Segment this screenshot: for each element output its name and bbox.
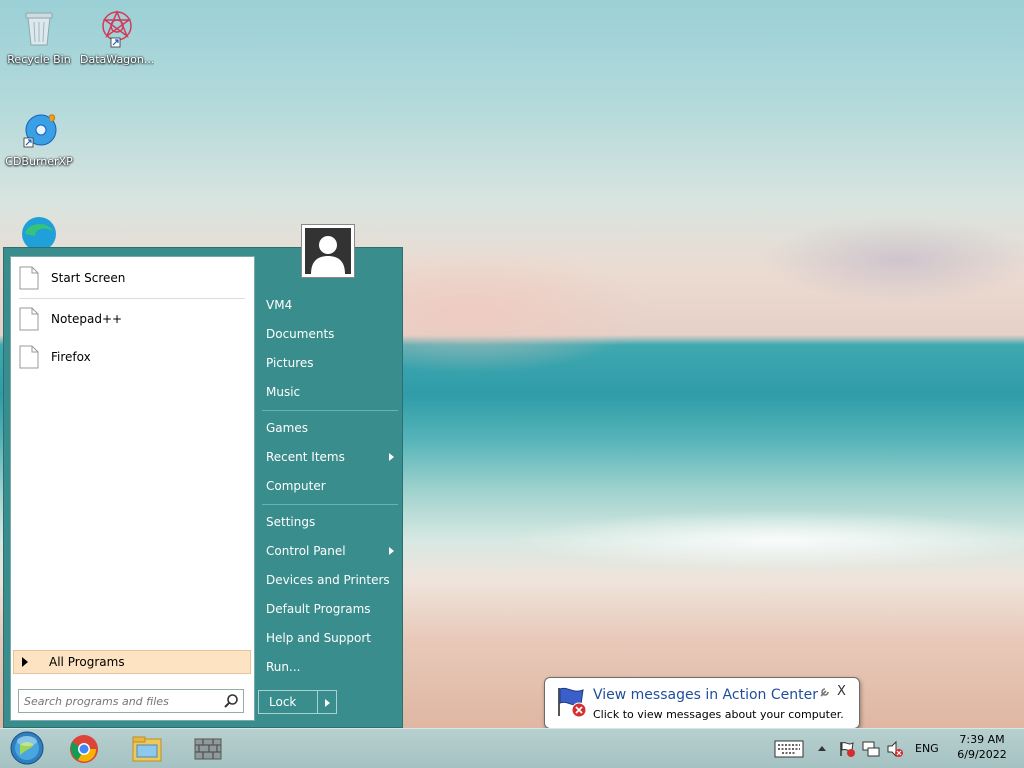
start-link-pictures[interactable]: Pictures xyxy=(260,350,400,376)
start-link-computer[interactable]: Computer xyxy=(260,473,400,499)
input-language-indicator[interactable]: ENG xyxy=(915,742,939,755)
file-icon xyxy=(19,345,39,369)
start-link-vm4[interactable]: VM4 xyxy=(260,292,400,318)
submenu-arrow-icon xyxy=(389,453,394,461)
desktop-icon-label: Recycle Bin xyxy=(7,53,71,66)
start-link-label: Computer xyxy=(266,479,326,493)
start-links-separator xyxy=(262,504,398,505)
file-icon xyxy=(19,307,39,331)
settings-wrench-icon[interactable] xyxy=(819,686,831,698)
start-menu-programs-pane: Start Screen Notepad++ Firefox All Progr… xyxy=(10,256,255,721)
desktop-icon-edge[interactable] xyxy=(2,212,76,248)
start-link-documents[interactable]: Documents xyxy=(260,321,400,347)
file-explorer-icon[interactable] xyxy=(131,733,163,765)
search-box[interactable] xyxy=(18,689,244,713)
start-link-label: Pictures xyxy=(266,356,314,370)
start-link-label: Documents xyxy=(266,327,335,341)
program-item-notepadpp[interactable]: Notepad++ xyxy=(19,304,245,334)
start-link-default-programs[interactable]: Default Programs xyxy=(260,596,400,622)
taskbar: ENG 7:39 AM 6/9/2022 xyxy=(0,728,1024,768)
start-link-control-panel[interactable]: Control Panel xyxy=(260,538,400,564)
cdburnerxp-icon xyxy=(23,114,57,148)
show-hidden-icons-chevron-icon[interactable] xyxy=(817,744,827,752)
clock[interactable]: 7:39 AM 6/9/2022 xyxy=(952,733,1012,761)
lock-button-label: Lock xyxy=(269,695,297,709)
power-options-arrow-button[interactable] xyxy=(317,690,337,714)
notification-close-button[interactable]: X xyxy=(837,684,846,699)
desktop-icon-cdburnerxp[interactable]: CDBurnerXP xyxy=(2,110,76,168)
file-icon xyxy=(19,266,39,290)
edge-icon xyxy=(22,217,56,248)
start-orb-icon[interactable] xyxy=(10,731,44,765)
submenu-arrow-icon xyxy=(389,547,394,555)
all-programs-button[interactable]: All Programs xyxy=(13,650,251,674)
user-avatar-icon xyxy=(311,236,345,274)
search-input[interactable] xyxy=(19,693,223,709)
lock-button[interactable]: Lock xyxy=(258,690,318,714)
start-link-devices-printers[interactable]: Devices and Printers xyxy=(260,567,400,593)
chrome-icon[interactable] xyxy=(68,733,100,765)
program-item-firefox[interactable]: Firefox xyxy=(19,342,245,372)
network-icon[interactable] xyxy=(862,740,880,758)
user-account-picture[interactable] xyxy=(301,224,355,278)
start-link-label: Run... xyxy=(266,660,301,674)
start-link-run[interactable]: Run... xyxy=(260,654,400,680)
start-link-label: VM4 xyxy=(266,298,293,312)
action-center-flag-icon xyxy=(558,687,587,718)
triangle-right-icon xyxy=(22,657,28,667)
start-link-label: Default Programs xyxy=(266,602,371,616)
wallpaper-foam xyxy=(400,480,1024,600)
datawagon-icon xyxy=(102,10,132,48)
start-link-label: Settings xyxy=(266,515,316,529)
start-link-label: Games xyxy=(266,421,308,435)
start-links-separator xyxy=(262,410,398,411)
program-item-label: Notepad++ xyxy=(51,312,123,326)
start-link-label: Music xyxy=(266,385,301,399)
notification-title: View messages in Action Center xyxy=(593,687,818,703)
start-link-music[interactable]: Music xyxy=(260,379,400,405)
clock-date: 6/9/2022 xyxy=(957,748,1007,761)
desktop-icon-recycle-bin[interactable]: Recycle Bin xyxy=(2,8,76,66)
start-link-label: Recent Items xyxy=(266,450,345,464)
start-menu: Start Screen Notepad++ Firefox All Progr… xyxy=(3,224,403,728)
program-item-label: Firefox xyxy=(51,350,91,364)
all-programs-label: All Programs xyxy=(49,655,125,669)
start-link-games[interactable]: Games xyxy=(260,415,400,441)
start-link-label: Control Panel xyxy=(266,544,346,558)
start-link-label: Help and Support xyxy=(266,631,371,645)
touch-keyboard-icon[interactable] xyxy=(774,740,804,758)
notification-text: Click to view messages about your comput… xyxy=(593,708,844,721)
programs-separator xyxy=(19,298,245,299)
recycle-bin-icon xyxy=(25,12,53,46)
desktop-icon-label: CDBurnerXP xyxy=(5,155,73,168)
desktop-icon-label: DataWagon... xyxy=(80,53,154,66)
start-link-recent-items[interactable]: Recent Items xyxy=(260,444,400,470)
firewall-icon[interactable] xyxy=(192,733,224,765)
clock-time: 7:39 AM xyxy=(959,733,1005,746)
action-center-notification[interactable]: View messages in Action Center Click to … xyxy=(544,677,860,738)
start-link-settings[interactable]: Settings xyxy=(260,509,400,535)
desktop-icon-datawagon[interactable]: DataWagon... xyxy=(80,8,154,66)
program-item-label: Start Screen xyxy=(51,271,126,285)
program-item-start-screen[interactable]: Start Screen xyxy=(19,263,245,293)
search-icon[interactable] xyxy=(223,693,239,709)
action-center-tray-icon[interactable] xyxy=(838,740,856,758)
start-link-help-support[interactable]: Help and Support xyxy=(260,625,400,651)
volume-muted-icon[interactable] xyxy=(886,740,904,758)
start-link-label: Devices and Printers xyxy=(266,573,390,587)
